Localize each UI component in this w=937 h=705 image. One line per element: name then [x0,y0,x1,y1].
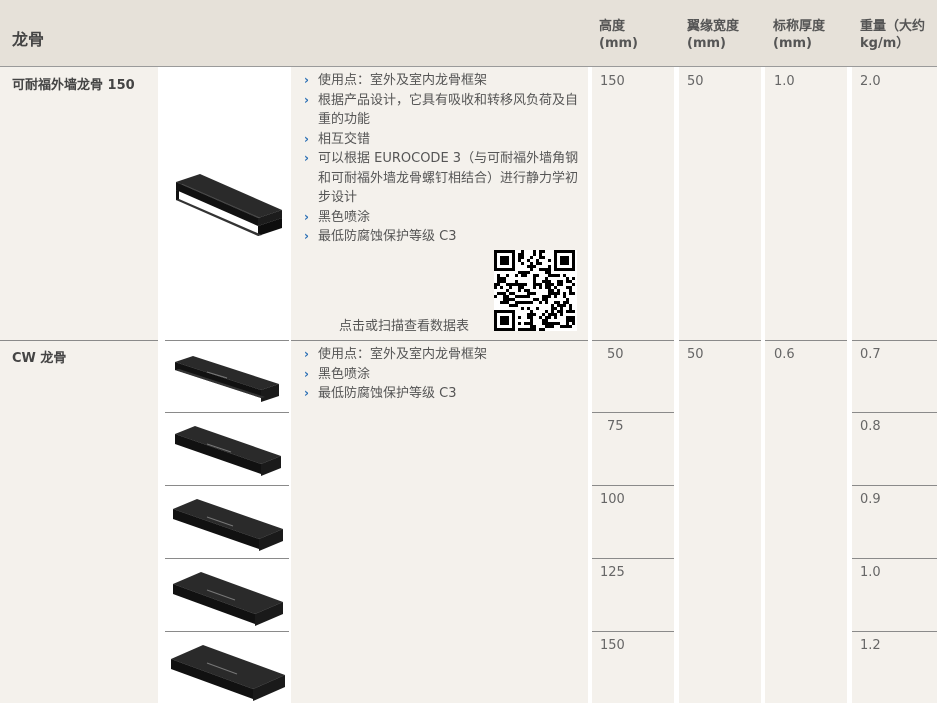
height-column-bg [592,67,674,703]
list-item: › 黑色喷涂 [302,365,584,385]
subrow-divider [165,558,289,559]
list-item: › 黑色喷涂 [302,208,584,228]
cell-height-cw-1: 50 [607,347,624,362]
cell-weight-cw-2: 0.8 [860,419,881,434]
row-name-facade-stud: 可耐福外墙龙骨 150 [12,78,135,93]
list-item: › 最低防腐蚀保护等级 C3 [302,227,584,247]
subrow-divider [165,631,289,632]
chevron-right-icon: › [304,386,309,400]
cell-weight-cw-4: 1.0 [860,565,881,580]
cell-thickness-r2: 0.6 [774,347,795,362]
qr-caption-link[interactable]: 点击或扫描查看数据表 [339,315,469,334]
list-item: › 相互交错 [302,130,584,150]
row-divider [765,340,847,341]
page-title: 龙骨 [12,30,45,49]
chevron-right-icon: › [304,229,309,243]
flange-column-bg [679,67,761,703]
feature-list-facade-stud: › 使用点：室外及室内龙骨框架 › 根据产品设计，它具有吸收和转移风负荷及自重的功能… [302,71,584,247]
cell-height-cw-3: 100 [600,492,625,507]
cell-height-cw-5: 150 [600,638,625,653]
list-item: › 根据产品设计，它具有吸收和转移风负荷及自重的功能 [304,92,579,128]
list-item: › 可以根据 EUROCODE 3（与可耐福外墙角钢和可耐福外墙龙骨螺钉相结合）进… [304,151,579,205]
row-divider [679,340,761,341]
list-item: › 使用点：室外及室内龙骨框架 [302,345,584,365]
cell-weight-r1: 2.0 [860,74,881,89]
chevron-right-icon: › [304,73,309,87]
row-divider [291,340,588,341]
col-header-flange: 翼缘宽度 (mm) [687,19,740,51]
cell-height-cw-2: 75 [607,419,624,434]
chevron-right-icon: › [304,92,309,107]
row-name-cw-stud: CW 龙骨 [12,351,67,366]
product-image-cw-100 [167,489,287,555]
qr-code-icon[interactable] [494,250,577,331]
cell-height-r1: 150 [600,74,625,89]
subrow-divider [852,631,937,632]
list-item: › 使用点：室外及室内龙骨框架 [302,71,584,91]
list-item: › 最低防腐蚀保护等级 C3 [302,384,584,404]
chevron-right-icon: › [304,347,309,361]
subrow-divider [592,485,674,486]
subrow-divider [592,631,674,632]
chevron-right-icon: › [304,209,309,224]
cell-weight-cw-3: 0.9 [860,492,881,507]
product-image-facade-stud [170,160,285,250]
product-image-cw-75 [167,416,287,482]
row-divider [165,340,289,341]
product-image-cw-150 [167,635,287,701]
thickness-column-bg [765,67,847,703]
weight-column-bg [852,67,937,703]
product-image-cw-50 [167,344,287,410]
row-divider [592,340,674,341]
chevron-right-icon: › [304,151,309,165]
feature-list-cw-stud: › 使用点：室外及室内龙骨框架 › 黑色喷涂 › 最低防腐蚀保护等级 C3 [302,345,584,404]
cell-height-cw-4: 125 [600,565,625,580]
chevron-right-icon: › [304,131,309,146]
subrow-divider [852,485,937,486]
subrow-divider [592,412,674,413]
row-divider [852,340,937,341]
col-header-weight: 重量（大约 kg/m） [860,19,926,51]
subrow-divider [852,558,937,559]
cell-flange-r1: 50 [687,74,704,89]
subrow-divider [592,558,674,559]
subrow-divider [852,412,937,413]
chevron-right-icon: › [304,366,309,381]
subrow-divider [165,412,289,413]
product-image-cw-125 [167,562,287,628]
cell-weight-cw-5: 1.2 [860,638,881,653]
col-header-thickness: 标称厚度 (mm) [773,19,826,51]
col-header-height: 高度 (mm) [599,19,638,51]
cell-weight-cw-1: 0.7 [860,347,881,362]
row-divider [0,340,158,341]
subrow-divider [165,485,289,486]
name-column-bg [0,67,158,703]
cell-thickness-r1: 1.0 [774,74,795,89]
cell-flange-r2: 50 [687,347,704,362]
